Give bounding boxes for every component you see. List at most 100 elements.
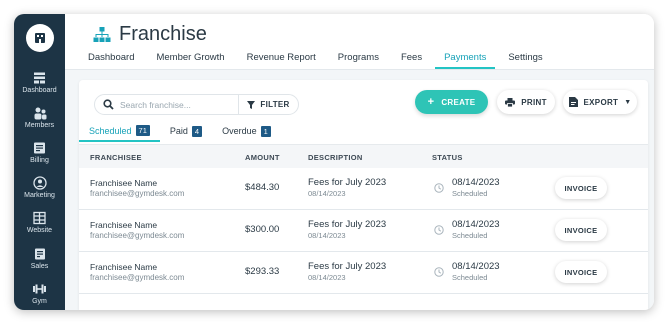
tab-programs[interactable]: Programs — [338, 52, 379, 69]
franchisee-name: Franchisee Name — [90, 220, 158, 230]
app-window: Dashboard Members Billing Marketing Webs… — [14, 14, 654, 310]
subtab-overdue[interactable]: Overdue 1 — [212, 122, 281, 142]
tab-dashboard[interactable]: Dashboard — [88, 52, 134, 69]
dumbbell-icon — [33, 284, 46, 294]
sidebar-item-members[interactable]: Members — [14, 106, 65, 129]
sidebar-item-gym[interactable]: Gym — [14, 282, 65, 305]
create-label: CREATE — [441, 97, 476, 107]
caret-down-icon: ▼ — [624, 98, 632, 106]
filter-icon — [247, 100, 256, 109]
table-row[interactable]: Franchisee Name franchisee@gymdesk.com $… — [79, 210, 648, 252]
tab-fees[interactable]: Fees — [401, 52, 422, 69]
subtab-label: Scheduled — [89, 125, 132, 136]
sidebar-item-label: Sales — [30, 263, 49, 270]
amount: $293.33 — [245, 266, 280, 277]
export-icon — [568, 97, 578, 107]
members-icon — [34, 107, 46, 120]
sidebar-item-marketing[interactable]: Marketing — [14, 176, 65, 199]
table-header: FRANCHISEE AMOUNT DESCRIPTION STATUS — [79, 144, 648, 168]
filter-label: FILTER — [260, 100, 290, 109]
subtab-paid[interactable]: Paid 4 — [160, 122, 212, 142]
sidebar-item-label: Website — [26, 227, 53, 234]
main-area: Franchise Dashboard Member Growth Revenu… — [65, 14, 654, 310]
status-date: 08/14/2023 — [452, 261, 500, 272]
amount: $300.00 — [245, 224, 280, 235]
clock-icon — [434, 183, 444, 193]
invoice-button[interactable]: INVOICE — [555, 219, 607, 241]
franchisee-name: Franchisee Name — [90, 262, 158, 272]
franchisee-email: franchisee@gymdesk.com — [90, 231, 185, 240]
status-date: 08/14/2023 — [452, 219, 500, 230]
description-date: 08/14/2023 — [308, 189, 346, 198]
sidebar-item-website[interactable]: Website — [14, 211, 65, 234]
search-icon — [103, 99, 114, 110]
description: Fees for July 2023 — [308, 219, 387, 230]
search-box: FILTER — [94, 94, 299, 115]
description: Fees for July 2023 — [308, 177, 387, 188]
title-row: Franchise — [93, 23, 207, 46]
sidebar-item-sales[interactable]: Sales — [14, 247, 65, 270]
page-header: Franchise Dashboard Member Growth Revenu… — [65, 14, 654, 70]
description-date: 08/14/2023 — [308, 231, 346, 240]
count-badge: 1 — [260, 125, 271, 137]
status-text: Scheduled — [452, 231, 488, 240]
org-chart-icon — [93, 26, 111, 42]
dashboard-icon — [34, 72, 45, 84]
marketing-icon — [32, 176, 47, 190]
count-badge: 4 — [191, 125, 203, 137]
print-button[interactable]: PRINT — [497, 90, 555, 114]
subtab-label: Paid — [169, 126, 188, 136]
sidebar-item-billing[interactable]: Billing — [14, 141, 65, 164]
description-date: 08/14/2023 — [308, 273, 346, 282]
description: Fees for July 2023 — [308, 261, 387, 272]
nav-tabs: Dashboard Member Growth Revenue Report P… — [88, 52, 565, 69]
plus-icon: + — [427, 96, 435, 108]
create-button[interactable]: + CREATE — [415, 90, 488, 114]
franchisee-email: franchisee@gymdesk.com — [90, 189, 185, 198]
franchisee-email: franchisee@gymdesk.com — [90, 273, 185, 282]
column-header-amount[interactable]: AMOUNT — [245, 153, 280, 162]
status-subtabs: Scheduled 71 Paid 4 Overdue 1 — [79, 122, 281, 142]
status-text: Scheduled — [452, 273, 488, 282]
sidebar-item-label: Dashboard — [22, 87, 57, 94]
clock-icon — [434, 267, 444, 277]
tab-member-growth[interactable]: Member Growth — [156, 52, 224, 69]
tab-payments[interactable]: Payments — [435, 52, 496, 69]
franchisee-name: Franchisee Name — [90, 178, 158, 188]
column-header-franchisee[interactable]: FRANCHISEE — [90, 153, 142, 162]
invoice-button[interactable]: INVOICE — [555, 177, 607, 199]
content-area: FILTER + CREATE PRINT — [65, 70, 654, 310]
amount: $484.30 — [245, 182, 280, 193]
sidebar-item-label: Members — [24, 122, 55, 129]
tab-revenue-report[interactable]: Revenue Report — [247, 52, 316, 69]
table-row[interactable]: Franchisee Name franchisee@gymdesk.com $… — [79, 252, 648, 294]
subtab-scheduled[interactable]: Scheduled 71 — [79, 122, 160, 142]
printer-icon — [505, 97, 516, 107]
page-title: Franchise — [119, 23, 207, 45]
column-header-status[interactable]: STATUS — [432, 153, 463, 162]
sidebar: Dashboard Members Billing Marketing Webs… — [14, 14, 65, 310]
search-input[interactable] — [120, 99, 236, 110]
count-badge: 71 — [135, 125, 150, 136]
website-icon — [33, 211, 46, 225]
sidebar-item-label: Gym — [32, 298, 47, 305]
logo[interactable] — [26, 24, 54, 52]
column-header-description[interactable]: DESCRIPTION — [308, 153, 363, 162]
sidebar-item-dashboard[interactable]: Dashboard — [14, 71, 65, 94]
invoice-button[interactable]: INVOICE — [555, 261, 607, 283]
tab-settings[interactable]: Settings — [508, 52, 542, 69]
export-button[interactable]: EXPORT ▼ — [563, 90, 637, 114]
subtab-label: Overdue — [222, 126, 257, 136]
payments-panel: FILTER + CREATE PRINT — [79, 80, 648, 310]
billing-icon — [34, 142, 45, 154]
sidebar-item-label: Marketing — [24, 192, 55, 199]
sales-icon — [34, 248, 45, 260]
filter-button[interactable]: FILTER — [238, 95, 298, 114]
table-row[interactable]: Franchisee Name franchisee@gymdesk.com $… — [79, 168, 648, 210]
export-label: EXPORT — [583, 97, 619, 107]
status-date: 08/14/2023 — [452, 177, 500, 188]
building-icon — [35, 33, 45, 43]
status-text: Scheduled — [452, 189, 488, 198]
print-label: PRINT — [521, 97, 547, 107]
clock-icon — [434, 225, 444, 235]
